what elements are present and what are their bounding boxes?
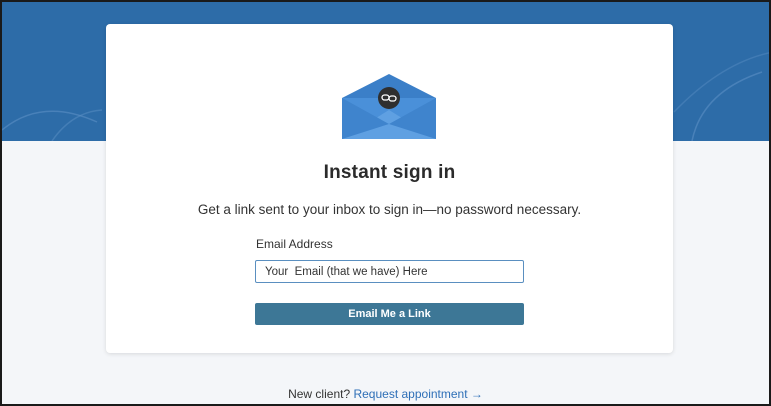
email-link-button[interactable]: Email Me a Link [255, 303, 524, 325]
envelope-link-icon [342, 74, 436, 139]
page-title: Instant sign in [323, 162, 456, 183]
email-field[interactable] [255, 260, 524, 283]
footer: New client? Request appointment → [2, 387, 769, 401]
new-client-prompt: New client? [288, 387, 351, 401]
sign-in-card: Instant sign in Get a link sent to your … [106, 24, 673, 353]
request-appointment-link[interactable]: Request appointment → [353, 387, 482, 401]
page-frame: Instant sign in Get a link sent to your … [0, 0, 771, 406]
email-label: Email Address [256, 237, 333, 251]
page-subtitle: Get a link sent to your inbox to sign in… [197, 202, 582, 217]
